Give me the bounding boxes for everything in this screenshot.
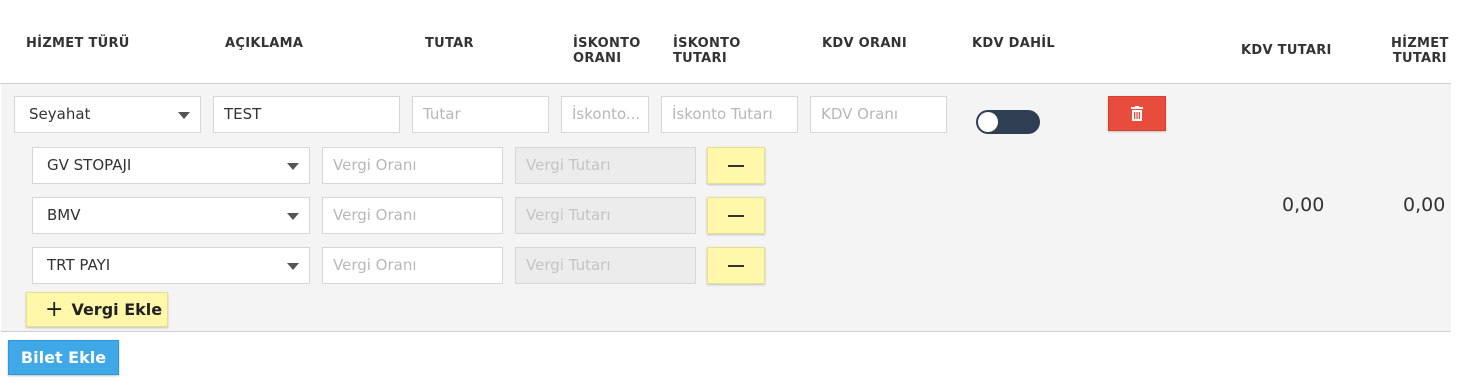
toggle-knob — [978, 112, 998, 132]
header-iskonto-tutari: İSKONTO TUTARI — [673, 36, 741, 66]
header-iskonto-tutari-line1: İSKONTO — [673, 36, 741, 51]
add-ticket-button[interactable]: Bilet Ekle — [8, 340, 119, 375]
chevron-down-icon — [287, 163, 299, 170]
tax-type-value: GV STOPAJI — [47, 156, 132, 174]
minus-icon — [728, 214, 744, 217]
delete-row-button[interactable] — [1108, 96, 1166, 131]
service-type-select[interactable]: Seyahat — [14, 96, 201, 133]
chevron-down-icon — [287, 263, 299, 270]
tax-type-select[interactable]: TRT PAYI — [32, 247, 310, 284]
header-kdv-orani: KDV ORANI — [822, 36, 907, 51]
kdv-tutari-value: 0,00 — [1282, 194, 1325, 216]
header-iskonto-orani-line2: ORANI — [573, 51, 622, 66]
tax-amount-input: Vergi Tutarı — [515, 197, 696, 234]
header-tutar: TUTAR — [425, 36, 474, 51]
amount-input[interactable]: Tutar — [412, 96, 549, 133]
header-kdv-dahil: KDV DAHİL — [972, 36, 1056, 51]
header-iskonto-orani: İSKONTO ORANI — [573, 36, 641, 66]
remove-tax-button[interactable] — [707, 197, 765, 234]
tax-type-value: TRT PAYI — [47, 256, 111, 274]
plus-icon: + — [45, 296, 64, 322]
minus-icon — [728, 164, 744, 167]
service-type-value: Seyahat — [29, 105, 91, 123]
chevron-down-icon — [178, 112, 190, 119]
header-aciklama: AÇIKLAMA — [225, 36, 304, 51]
header-hizmet-tutari-line1: HİZMET — [1391, 36, 1449, 51]
add-tax-label: Vergi Ekle — [71, 300, 163, 319]
hizmet-tutari-value: 0,00 — [1403, 194, 1446, 216]
header-kdv-tutari: KDV TUTARI — [1241, 43, 1332, 58]
tax-type-select[interactable]: GV STOPAJI — [32, 147, 310, 184]
kdv-dahil-toggle[interactable] — [976, 110, 1040, 134]
add-tax-button[interactable]: + Vergi Ekle — [26, 292, 168, 327]
trash-icon — [1131, 106, 1143, 121]
header-hizmet-tutari: HİZMET TUTARI — [1391, 36, 1449, 66]
table-header: HİZMET TÜRÜ AÇIKLAMA TUTAR İSKONTO ORANI… — [0, 0, 1451, 84]
description-input[interactable]: TEST — [213, 96, 400, 133]
header-iskonto-orani-line1: İSKONTO — [573, 36, 641, 51]
tax-type-value: BMV — [47, 206, 81, 224]
header-hizmet-turu: HİZMET TÜRÜ — [26, 36, 130, 51]
tax-rate-input[interactable]: Vergi Oranı — [322, 147, 503, 184]
tax-amount-input: Vergi Tutarı — [515, 147, 696, 184]
tax-type-select[interactable]: BMV — [32, 197, 310, 234]
header-iskonto-tutari-line2: TUTARI — [673, 51, 727, 66]
chevron-down-icon — [287, 213, 299, 220]
tax-amount-input: Vergi Tutarı — [515, 247, 696, 284]
discount-amount-input[interactable]: İskonto Tutarı — [661, 96, 798, 133]
remove-tax-button[interactable] — [707, 147, 765, 184]
header-hizmet-tutari-line2: TUTARI — [1392, 51, 1447, 66]
tax-rate-input[interactable]: Vergi Oranı — [322, 197, 503, 234]
minus-icon — [728, 264, 744, 267]
tax-rate-input[interactable]: Vergi Oranı — [322, 247, 503, 284]
discount-rate-input[interactable]: İskonto... — [561, 96, 649, 133]
vat-rate-input[interactable]: KDV Oranı — [810, 96, 947, 133]
remove-tax-button[interactable] — [707, 247, 765, 284]
